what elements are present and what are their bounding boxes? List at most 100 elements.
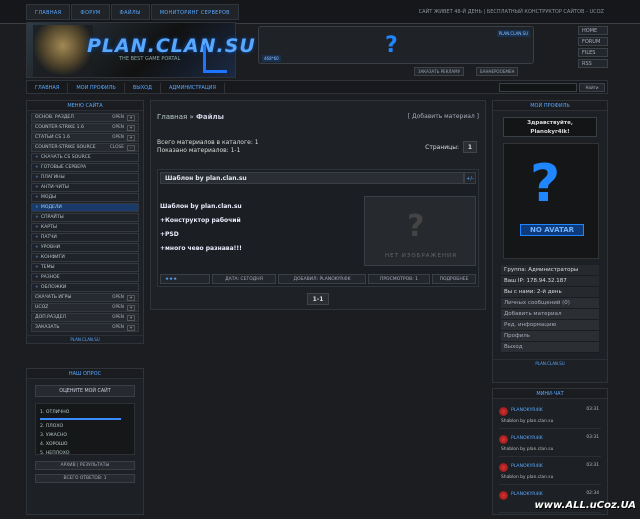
poll-option[interactable]: 4. Хорошо (40, 440, 130, 449)
category-toggle-button[interactable]: + (127, 294, 135, 301)
category-item[interactable]: Заказать Open + (31, 323, 139, 332)
category-item[interactable]: Плагины (31, 173, 139, 182)
category-toggle-button[interactable]: + (127, 114, 135, 121)
entry-author[interactable]: Добавил: PlanoKyr4ik (278, 274, 366, 284)
breadcrumb-separator: » (187, 113, 196, 121)
poll-option[interactable]: 1. Отлично (40, 408, 130, 417)
entry-title[interactable]: Шаблон by plan.clan.su (160, 172, 464, 184)
entry-toggle-button[interactable]: +/- (464, 172, 476, 184)
category-item[interactable]: Модели (31, 203, 139, 212)
user-info: Группа: Администраторы Ваш IP: 178.94.32.… (501, 265, 599, 353)
category-item[interactable]: Моды (31, 193, 139, 202)
menu-home[interactable]: Главная (27, 83, 69, 93)
category-label: Готовые сервера (40, 165, 87, 170)
category-toggle-button[interactable]: + (127, 314, 135, 321)
menu-logout[interactable]: Выход (125, 83, 161, 93)
category-item[interactable]: Основ. раздел Open + (31, 113, 139, 122)
pagination: Страницы: 1 (425, 141, 477, 153)
profile-link[interactable]: Личных сообщений (0) (501, 298, 599, 309)
poll-option[interactable]: 2. Плохо (40, 422, 130, 431)
profile-link[interactable]: Выход (501, 342, 599, 353)
rating-stars-icon[interactable]: ★★★ (160, 274, 210, 284)
question-mark-icon: ? (385, 33, 398, 58)
category-item[interactable]: Доп.раздел Open + (31, 313, 139, 322)
category-item[interactable]: Обложки (31, 283, 139, 292)
poll-result-bar (40, 418, 121, 420)
top-nav-forum[interactable]: Форум (71, 4, 110, 20)
chat-author[interactable]: PLANOKYR4IK (511, 436, 543, 441)
category-item[interactable]: Конфиги (31, 253, 139, 262)
chat-author[interactable]: PLANOKYR4IK (511, 492, 543, 497)
search-button[interactable]: Найти (579, 83, 605, 92)
category-toggle-button[interactable]: - (127, 144, 135, 151)
top-nav-files[interactable]: Файлы (110, 4, 150, 20)
no-avatar-label: NO AVATAR (520, 224, 584, 236)
quick-rss[interactable]: RSS (578, 59, 608, 68)
poll-option[interactable]: 3. Ужасно (40, 431, 130, 440)
chat-message: PLANOKYR4IK 03:31 Shablon by plan.clan.su (499, 403, 601, 429)
category-item[interactable]: uCoz Open + (31, 303, 139, 312)
entry-more-link[interactable]: Подробнее (432, 274, 476, 284)
quick-forum[interactable]: Forum (578, 37, 608, 46)
profile-link[interactable]: Профиль (501, 331, 599, 342)
category-toggle-button[interactable]: + (127, 124, 135, 131)
category-label: Основ. раздел (35, 115, 74, 120)
main-content: Главная » Файлы [ Добавить материал ] Вс… (150, 100, 486, 310)
category-item[interactable]: Статьи CS 1.6 Open + (31, 133, 139, 142)
top-nav-monitoring[interactable]: Мониторинг серверов (150, 4, 239, 20)
category-item[interactable]: Спрайты (31, 213, 139, 222)
category-item[interactable]: Скачать игры Open + (31, 293, 139, 302)
entry-views: Просмотров: 1 (368, 274, 430, 284)
breadcrumb-home[interactable]: Главная (157, 113, 187, 121)
category-state: Open (112, 295, 124, 300)
category-item[interactable]: Карты (31, 223, 139, 232)
category-item[interactable]: Уровни (31, 243, 139, 252)
category-item[interactable]: Скачать CS Source (31, 153, 139, 162)
chat-text: Shablon by plan.clan.su (501, 475, 554, 480)
category-toggle-button[interactable]: + (127, 134, 135, 141)
profile-link[interactable]: Ред. информацию (501, 320, 599, 331)
site-logo[interactable]: PLAN.CLAN.SU THE BEST GAME PORTAL (26, 22, 255, 78)
chat-author[interactable]: PLANOKYR4IK (511, 464, 543, 469)
quick-files[interactable]: Files (578, 48, 608, 57)
greeting-text: Здравствуйте, (527, 120, 573, 126)
category-toggle-button[interactable]: + (127, 304, 135, 311)
bottom-pager[interactable]: 1-1 (307, 293, 329, 305)
ad-size-tag: 468*60 (262, 55, 281, 62)
category-item[interactable]: Анти-читы (31, 183, 139, 192)
category-item[interactable]: Разное (31, 273, 139, 282)
quick-home[interactable]: Home (578, 26, 608, 35)
chat-time: 03:31 (586, 407, 599, 412)
entry-line: +Конструктор рабочий (160, 217, 241, 224)
page-number[interactable]: 1 (463, 141, 477, 153)
category-label: Патчи (40, 235, 57, 240)
add-material-link[interactable]: [ Добавить материал ] (408, 113, 479, 120)
search-input[interactable] (499, 83, 577, 92)
order-ad-button[interactable]: Заказать рекламу (414, 67, 465, 76)
category-item[interactable]: Готовые сервера (31, 163, 139, 172)
category-label: Спрайты (40, 215, 64, 220)
menu-admin[interactable]: Администрация (161, 83, 225, 93)
categories-title: Меню сайта (27, 101, 143, 111)
category-item[interactable]: Патчи (31, 233, 139, 242)
banner-exchange-button[interactable]: Баннерообмен (476, 67, 519, 76)
logo-subtitle: THE BEST GAME PORTAL (119, 56, 181, 62)
profile-link[interactable]: Добавить материал (501, 309, 599, 320)
menu-profile[interactable]: Мои профиль (68, 83, 125, 93)
category-item[interactable]: Темы (31, 263, 139, 272)
top-nav-home[interactable]: Главная (26, 4, 71, 20)
poll-results-button[interactable]: Архив | Результаты (35, 461, 135, 470)
no-image-icon: ? (407, 209, 425, 244)
category-item[interactable]: Counter-Strike 1.6 Open + (31, 123, 139, 132)
profile-info: Группа: Администраторы (501, 265, 599, 276)
category-toggle-button[interactable]: + (127, 324, 135, 331)
ad-banner[interactable]: 468*60 PLAN.CLAN.SU ? (258, 26, 534, 64)
entry-thumbnail[interactable]: ? НЕТ ИЗОБРАЖЕНИЯ (364, 196, 476, 266)
category-label: Скачать CS Source (40, 155, 91, 160)
poll-option[interactable]: 5. Неплохо (40, 449, 130, 458)
chat-author[interactable]: PLANOKYR4IK (511, 408, 543, 413)
category-item[interactable]: Counter-Strike Source Close - (31, 143, 139, 152)
shown-materials: Показано материалов: 1-1 (157, 147, 241, 154)
entry-meta: ★★★ Дата: Сегодня Добавил: PlanoKyr4ik П… (160, 274, 476, 284)
question-mark-icon: ? (530, 154, 561, 214)
